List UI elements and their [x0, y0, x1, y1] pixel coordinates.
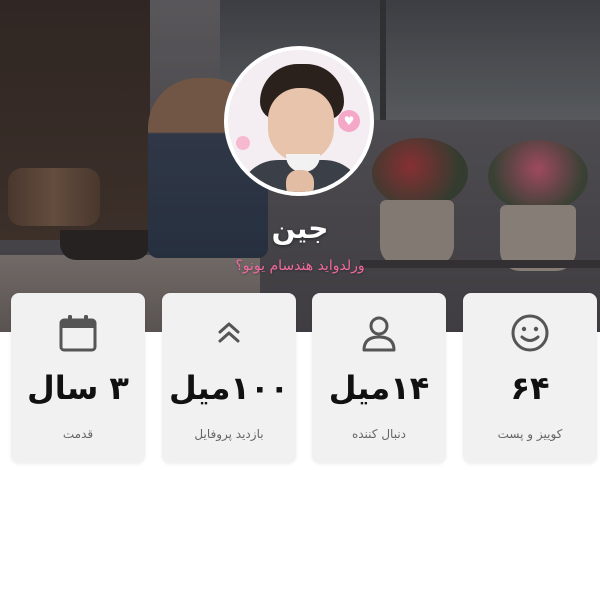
stat-value: ۱۴میل [328, 369, 430, 407]
stat-label: بازدید پروفایل [194, 427, 264, 441]
stat-value: ۶۴ [510, 369, 550, 407]
stat-value: ۱۰۰میل [168, 369, 290, 407]
stat-value: ۳ سال [27, 369, 129, 407]
stat-card-tenure[interactable]: ۳ سال قدمت [11, 293, 145, 463]
avatar[interactable]: ♥ [224, 46, 374, 196]
calendar-icon [56, 311, 100, 355]
stat-label: کوییز و پست [497, 427, 563, 441]
profile-name: جین [271, 212, 329, 245]
stat-card-followers[interactable]: ۱۴میل دنبال کننده [312, 293, 446, 463]
profile-bio: ورلدواید هندسام یونو؟ [235, 258, 365, 274]
stat-label: دنبال کننده [351, 427, 407, 441]
profile-page: ♥ جین ورلدواید هندسام یونو؟ ۶۴ کوییز و پ… [0, 0, 600, 600]
stat-card-profile-views[interactable]: ۱۰۰میل بازدید پروفایل [162, 293, 296, 463]
stats-row: ۶۴ کوییز و پست ۱۴میل دنبال کننده ۱۰۰میل [0, 293, 600, 465]
stat-card-posts[interactable]: ۶۴ کوییز و پست [463, 293, 597, 463]
user-icon [357, 311, 401, 355]
stat-label: قدمت [62, 427, 94, 441]
double-chevron-up-icon [207, 311, 251, 355]
smiley-face-icon [508, 311, 552, 355]
